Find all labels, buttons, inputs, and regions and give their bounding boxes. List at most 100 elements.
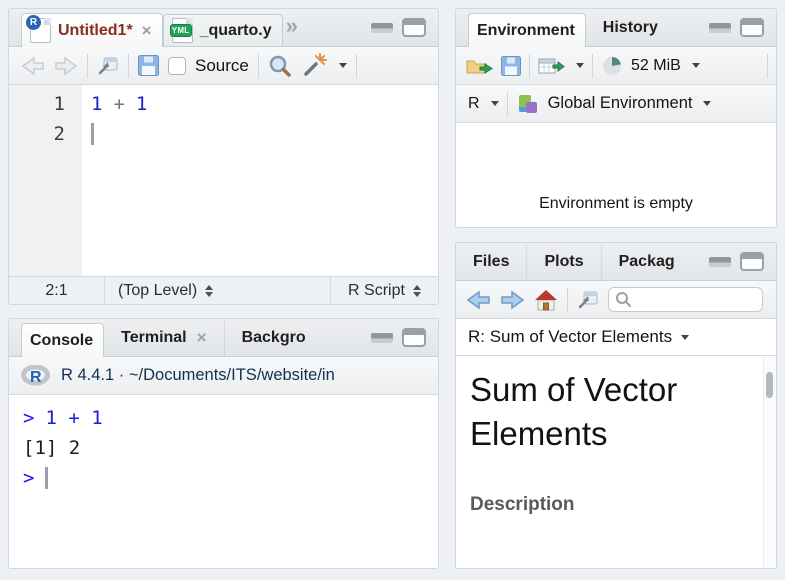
chevron-down-icon [681,335,689,340]
language-selector-label[interactable]: R [468,95,480,113]
r-file-icon: R [30,18,51,43]
help-topic-selector[interactable]: R: Sum of Vector Elements [456,319,776,356]
yml-file-icon: YML [172,18,193,43]
scope-label: (Top Level) [118,282,197,300]
help-search-input[interactable] [608,287,763,312]
chevron-down-icon [576,63,584,68]
help-section-heading: Description [470,494,776,516]
separator-dot: · [119,366,125,384]
prompt: > [23,463,34,493]
environment-empty-message: Environment is empty [456,195,776,213]
console-line: [1] 2 [23,433,438,463]
tab-overflow-icon[interactable]: » [286,13,298,39]
tab-quarto-yml[interactable]: YML _quarto.y [163,14,283,46]
tab-history[interactable]: History [586,9,675,46]
memory-usage-label[interactable]: 52 MiB [631,57,681,75]
tab-environment[interactable]: Environment [468,13,586,47]
tab-label: Untitled1* [58,22,133,40]
minimize-pane-icon[interactable] [709,23,731,33]
save-icon[interactable] [138,55,159,76]
updown-icon [205,285,213,297]
console-line: >1 + 1 [23,403,438,433]
source-toolbar: Source [9,47,438,85]
working-directory[interactable]: ~/Documents/ITS/website/in [129,366,335,384]
help-content: Sum of Vector Elements Description [456,356,776,568]
forward-icon[interactable] [500,291,525,309]
svg-text:R: R [30,369,42,386]
r-logo-icon: R [21,365,50,386]
minimize-pane-icon[interactable] [371,333,393,343]
close-tab-icon[interactable]: × [142,21,152,41]
help-toolbar [456,281,776,319]
console-line: > [23,463,438,493]
console-result: [1] 2 [23,433,80,463]
back-icon[interactable] [21,57,45,75]
environment-toolbar: 52 MiB [456,47,776,85]
tab-console[interactable]: Console [21,323,104,357]
file-type-label: R Script [348,282,405,300]
tab-packages[interactable]: Packag [602,243,692,280]
text-cursor [91,123,94,145]
tab-untitled1[interactable]: R Untitled1* × [21,13,163,47]
environment-selector-label[interactable]: Global Environment [548,94,693,113]
prompt: > [23,403,34,433]
code-token: + [113,89,124,119]
tab-plots[interactable]: Plots [527,243,601,280]
tab-label: _quarto.y [200,22,272,40]
save-workspace-icon[interactable] [501,56,521,76]
updown-icon [413,285,421,297]
environment-tabbar: Environment History [456,9,776,47]
global-environment-icon [516,92,540,116]
tab-files[interactable]: Files [456,243,527,280]
console-pane: Console Terminal × Backgro R R 4.4.1 · ~… [8,318,439,569]
line-number: 2 [9,119,65,149]
back-icon[interactable] [466,291,491,309]
load-workspace-icon[interactable] [466,56,493,76]
source-pane: R Untitled1* × YML _quarto.y » [8,8,439,305]
console-banner-text: R 4.4.1 · ~/Documents/ITS/website/in [61,366,335,385]
code-area[interactable]: 1 +1 [82,85,438,276]
code-editor[interactable]: 1 2 1 +1 [9,85,438,276]
memory-pie-icon[interactable] [601,55,623,77]
source-checkbox-label: Source [195,56,249,76]
console-output[interactable]: >1 + 1 [1] 2 > [9,395,438,568]
tab-terminal[interactable]: Terminal × [104,319,224,356]
minimize-pane-icon[interactable] [709,257,731,267]
text-cursor [45,467,48,489]
chevron-down-icon [703,101,711,106]
find-icon[interactable] [268,54,292,78]
code-line [91,119,438,149]
help-topic-label: R: Sum of Vector Elements [468,327,672,347]
maximize-pane-icon[interactable] [740,252,764,271]
scope-selector[interactable]: (Top Level) [105,282,330,300]
console-tabbar: Console Terminal × Backgro [9,319,438,357]
code-token: 1 [91,89,102,119]
line-number: 1 [9,89,65,119]
chevron-down-icon [339,63,347,68]
tab-background-jobs[interactable]: Backgro [225,319,323,356]
popout-icon[interactable] [577,290,599,310]
r-version: R 4.4.1 [61,366,114,384]
popout-icon[interactable] [97,56,119,76]
home-icon[interactable] [534,289,558,311]
scrollbar[interactable] [763,356,776,568]
source-on-save-checkbox[interactable] [168,57,186,75]
files-tabbar: Files Plots Packag [456,243,776,281]
chevron-down-icon [692,63,700,68]
maximize-pane-icon[interactable] [740,18,764,37]
minimize-pane-icon[interactable] [371,23,393,33]
code-line: 1 +1 [91,89,438,119]
help-page-title: Sum of Vector Elements [470,368,756,456]
maximize-pane-icon[interactable] [402,328,426,347]
code-token: 1 [136,89,147,119]
file-type-selector[interactable]: R Script [330,277,438,304]
maximize-pane-icon[interactable] [402,18,426,37]
close-tab-icon[interactable]: × [197,328,207,348]
files-pane: Files Plots Packag [455,242,777,569]
scrollbar-thumb[interactable] [766,372,773,398]
search-icon [615,291,632,308]
import-dataset-icon[interactable] [538,56,565,76]
forward-icon[interactable] [54,57,78,75]
line-number-gutter: 1 2 [9,85,82,276]
magic-wand-icon[interactable] [301,53,327,79]
